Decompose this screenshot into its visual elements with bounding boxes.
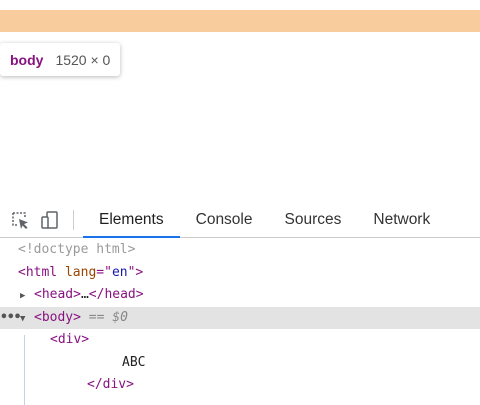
div-open-tag: <div> — [50, 332, 90, 347]
inspect-element-icon[interactable] — [7, 207, 33, 233]
element-tooltip: body 1520 × 0 — [0, 43, 121, 76]
devtools-toolbar: Elements Console Sources Network — [0, 203, 480, 238]
tree-indent-guide — [24, 335, 25, 405]
devtools-panel: Elements Console Sources Network <!docty… — [0, 203, 480, 405]
body-open-tag: <body> — [34, 309, 81, 325]
collapse-triangle-icon[interactable]: ▼ — [20, 308, 34, 331]
dom-node-doctype[interactable]: <!doctype html> — [0, 239, 480, 262]
tooltip-tag: body — [10, 51, 44, 68]
div-text-content: ABC — [122, 354, 146, 370]
margin-highlight — [0, 10, 480, 32]
dom-node-head[interactable]: ▶ <head>…</head> — [0, 284, 480, 307]
more-actions-icon[interactable]: ••• — [0, 307, 21, 330]
dom-node-div-close[interactable]: </div> — [0, 374, 480, 397]
toolbar-divider — [73, 210, 74, 230]
tab-network[interactable]: Network — [357, 203, 446, 237]
head-ellipsis: … — [80, 287, 89, 302]
html-attr-value: en — [111, 264, 128, 280]
dom-node-body[interactable]: •••▼ <body> == $0 — [0, 306, 480, 331]
expand-triangle-icon[interactable]: ▶ — [20, 285, 34, 308]
head-close-tag: </head> — [88, 287, 144, 302]
dom-node-html[interactable]: <html lang="en"> — [0, 262, 480, 285]
html-attr-name: lang — [64, 264, 97, 280]
dom-node-div[interactable]: <div> — [0, 329, 480, 352]
tab-console[interactable]: Console — [180, 203, 269, 237]
dom-tree: <!doctype html> <html lang="en"> ▶ <head>… — [0, 239, 480, 397]
device-toolbar-icon[interactable] — [37, 207, 63, 233]
html-attr-close: "> — [127, 264, 144, 280]
tooltip-dimensions: 1520 × 0 — [55, 51, 111, 68]
tab-sources[interactable]: Sources — [269, 203, 358, 237]
selected-node-marker: == $0 — [88, 309, 128, 325]
page-viewport: body 1520 × 0 — [0, 0, 480, 203]
doctype-text: <!doctype html> — [18, 242, 136, 257]
tab-elements[interactable]: Elements — [83, 203, 180, 238]
html-open-tag: <html — [18, 264, 58, 280]
head-open-tag: <head> — [34, 287, 81, 302]
dom-node-text[interactable]: ABC — [0, 352, 480, 375]
html-attr-eq: =" — [96, 264, 112, 280]
div-close-tag: </div> — [87, 377, 134, 392]
